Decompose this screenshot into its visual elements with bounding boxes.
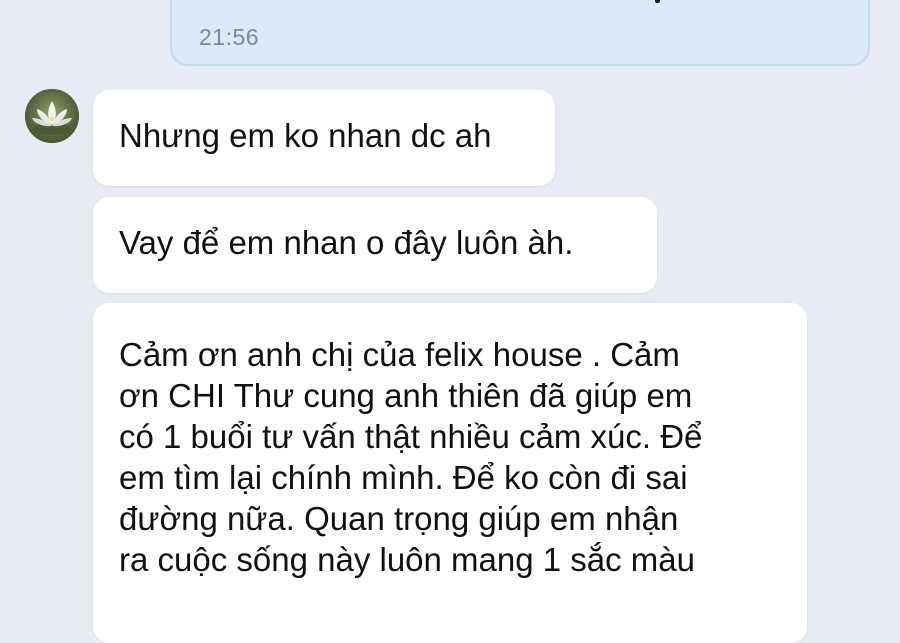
outgoing-message-bubble[interactable]: 21:56 [170, 0, 870, 66]
message-text: Cảm ơn anh chị của felix house . Cảm ơn … [119, 336, 703, 578]
incoming-message-bubble[interactable]: Nhưng em ko nhan dc ah [93, 90, 555, 186]
message-text: Vay để em nhan o đây luôn àh. [119, 224, 574, 261]
message-text: Nhưng em ko nhan dc ah [119, 117, 492, 154]
chat-thread: 21:56 Nhưng em ko nhan dc ah Vay để em n… [0, 0, 900, 643]
incoming-message-bubble[interactable]: Cảm ơn anh chị của felix house . Cảm ơn … [93, 303, 807, 643]
message-timestamp: 21:56 [199, 24, 260, 50]
incoming-message-bubble[interactable]: Vay để em nhan o đây luôn àh. [93, 197, 657, 293]
message-text-fragment [655, 0, 660, 3]
lotus-flower-icon [25, 89, 79, 143]
contact-avatar[interactable] [25, 89, 79, 143]
